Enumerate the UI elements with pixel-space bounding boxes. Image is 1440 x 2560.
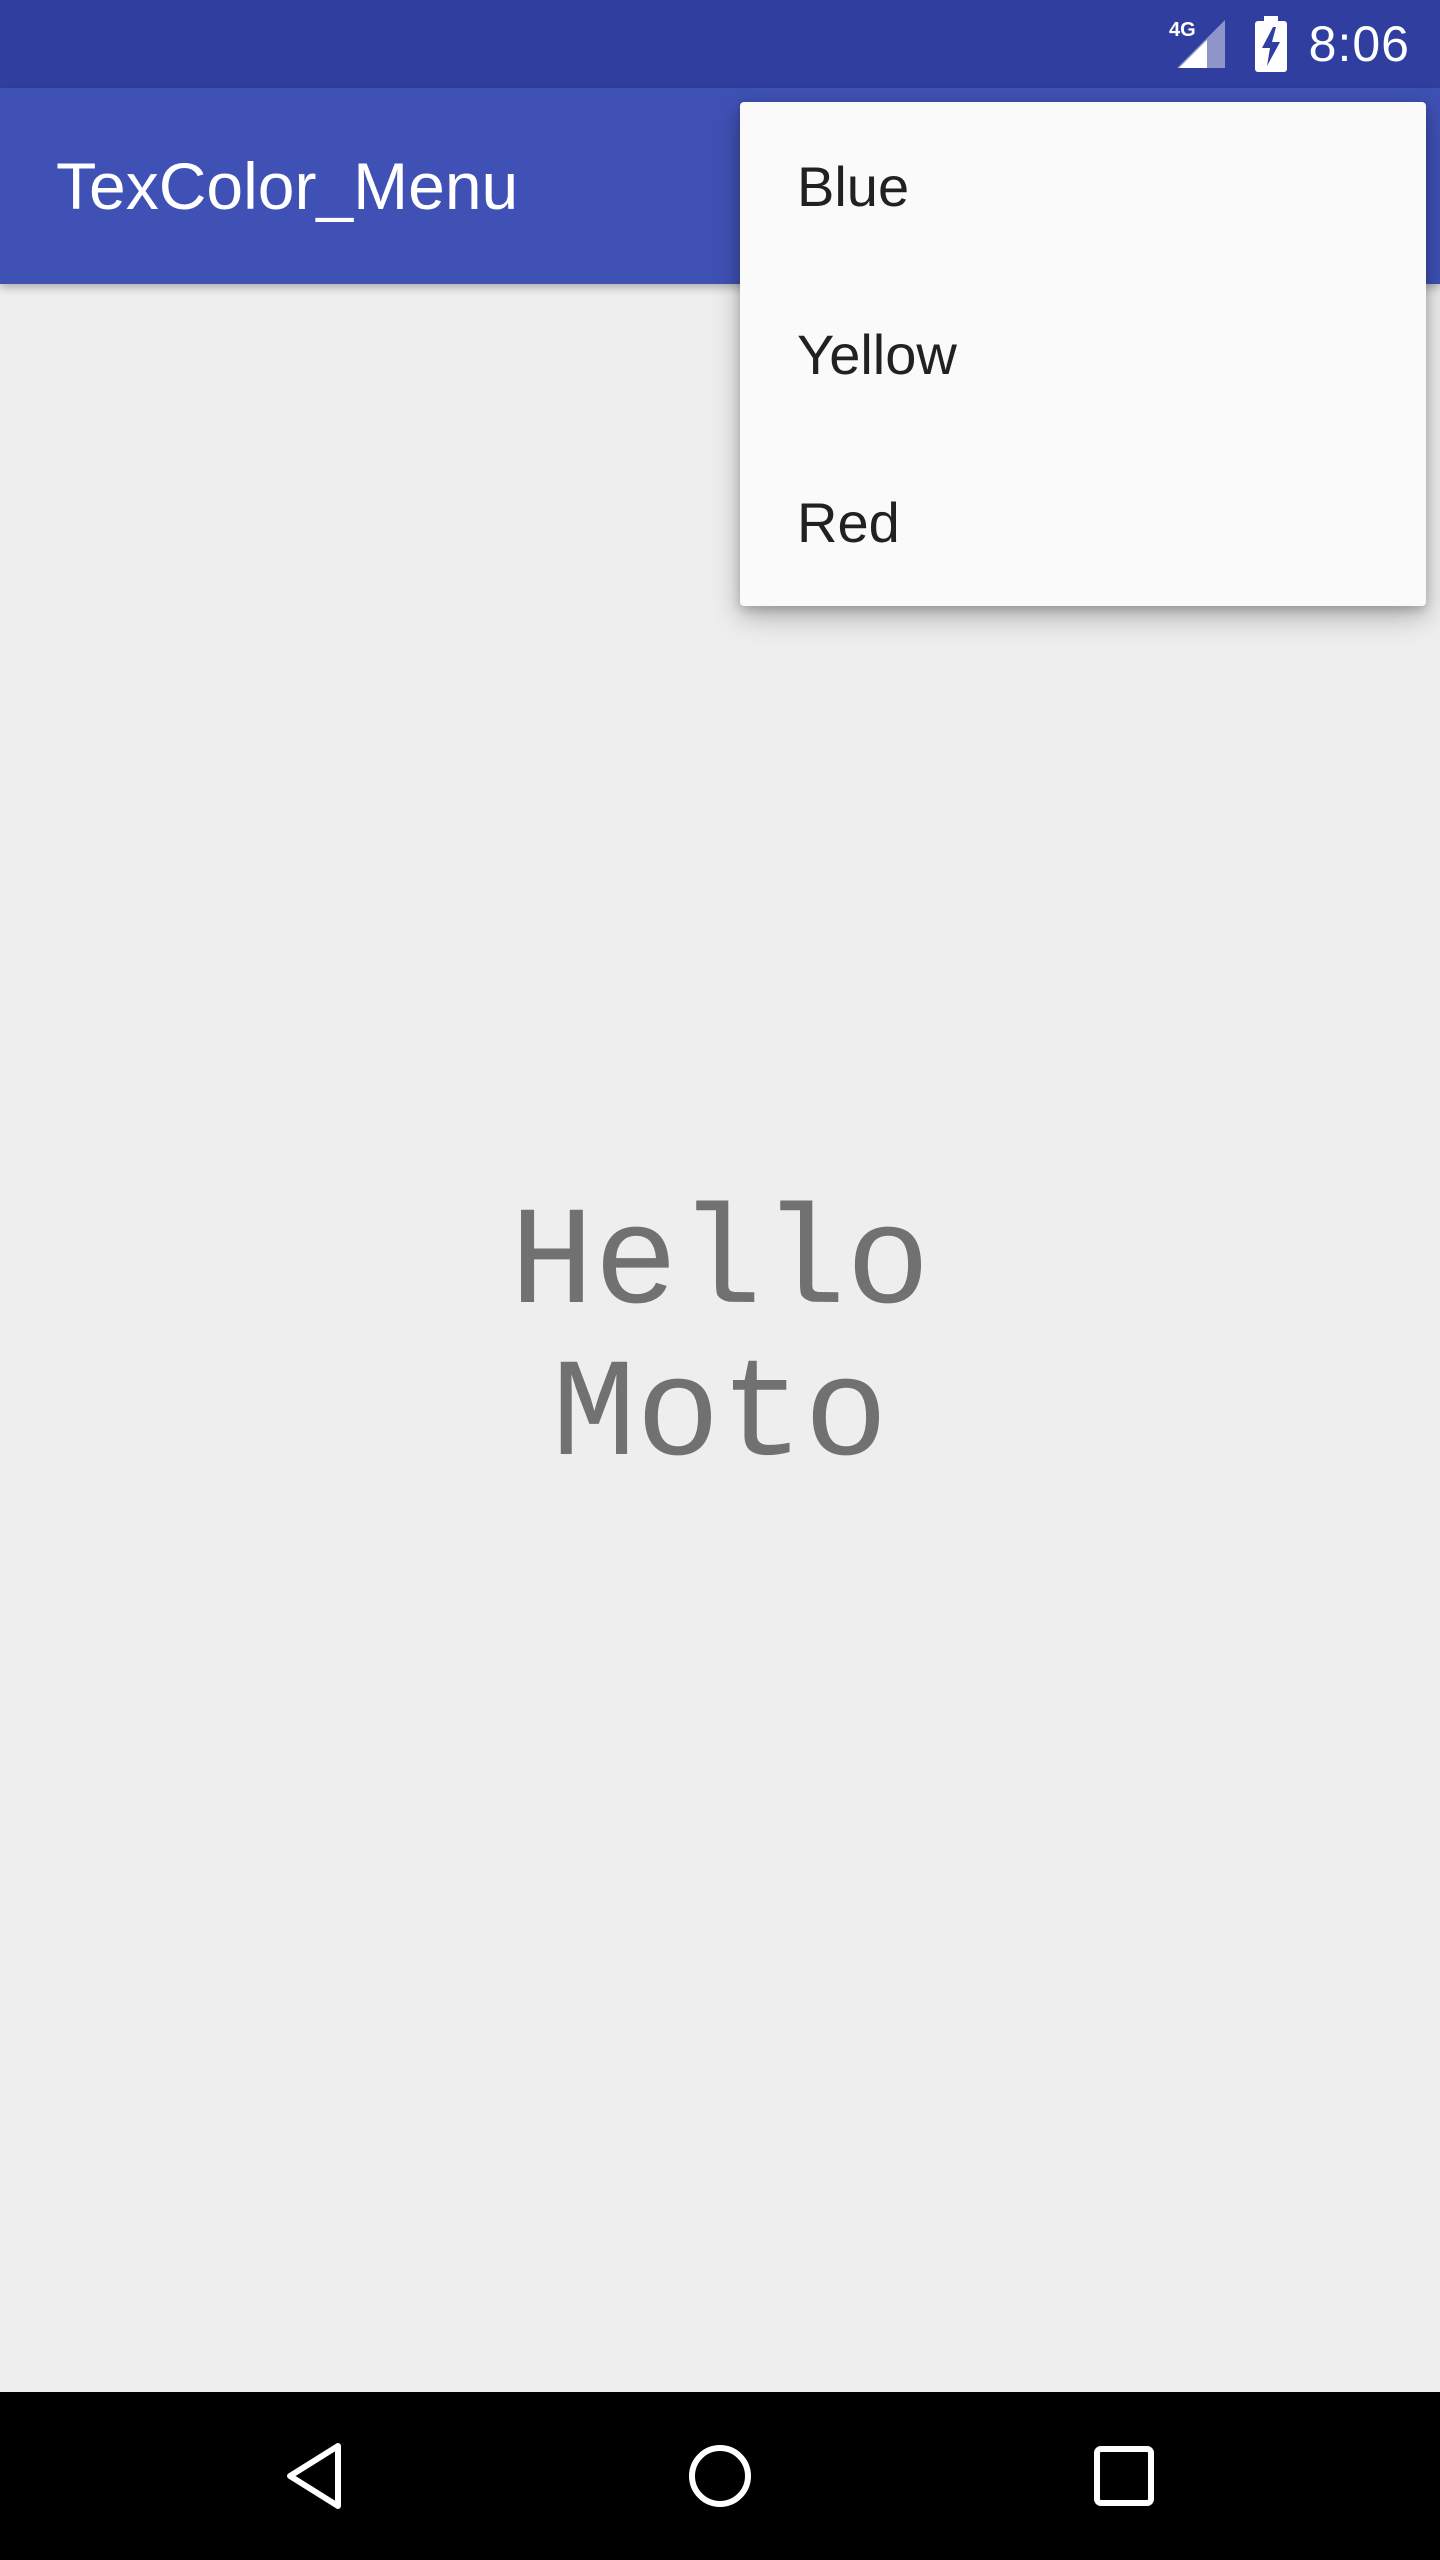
status-icons: 4G 8:06 bbox=[1169, 0, 1410, 88]
hello-text: Hello Moto bbox=[0, 1190, 1440, 1494]
signal-4g-icon: 4G bbox=[1169, 19, 1225, 68]
status-bar: 4G 8:06 bbox=[0, 0, 1440, 88]
menu-item-yellow[interactable]: Yellow bbox=[740, 270, 1426, 438]
menu-item-blue[interactable]: Blue bbox=[740, 102, 1426, 270]
navigation-bar bbox=[0, 2392, 1440, 2560]
recents-icon[interactable] bbox=[1084, 2436, 1164, 2516]
app-title: TexColor_Menu bbox=[56, 149, 519, 223]
home-icon[interactable] bbox=[680, 2436, 760, 2516]
hello-line-2: Moto bbox=[551, 1338, 889, 1497]
back-icon[interactable] bbox=[276, 2436, 356, 2516]
network-type-label: 4G bbox=[1169, 19, 1196, 41]
battery-charging-icon bbox=[1254, 16, 1287, 72]
overflow-menu: Blue Yellow Red bbox=[740, 102, 1426, 606]
menu-item-red[interactable]: Red bbox=[740, 438, 1426, 606]
hello-line-1: Hello bbox=[509, 1186, 931, 1345]
status-time: 8:06 bbox=[1308, 16, 1410, 72]
screen: 4G 8:06 TexColor_Menu Hello Moto Blue Ye… bbox=[0, 0, 1440, 2560]
